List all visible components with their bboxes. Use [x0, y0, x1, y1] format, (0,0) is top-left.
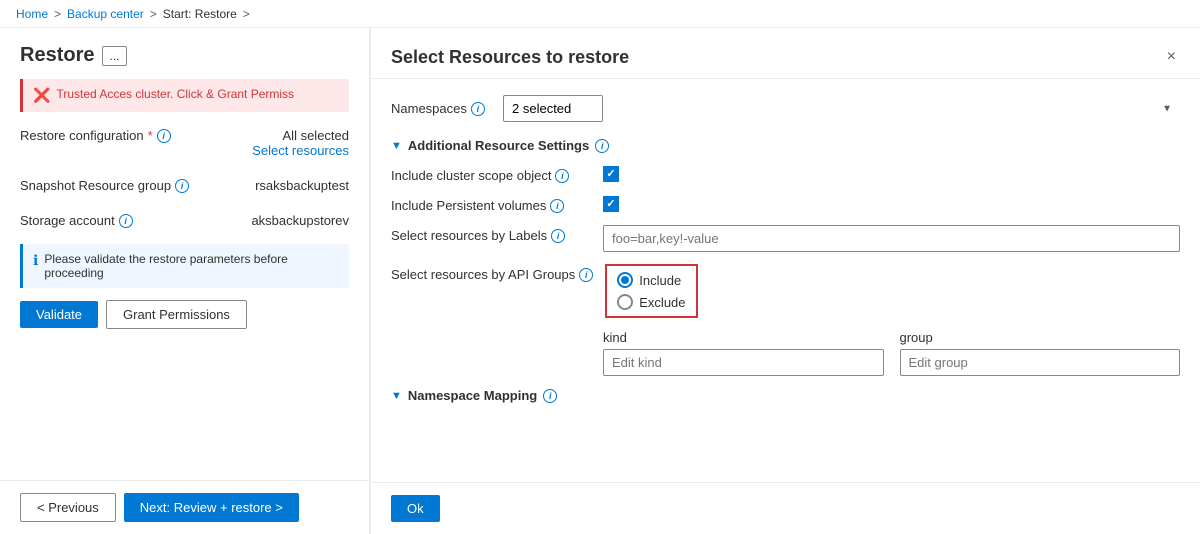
restore-config-row: Restore configuration * i All selected S…: [20, 124, 349, 162]
kind-label: kind: [603, 330, 884, 345]
error-banner: ❌ Trusted Acces cluster. Click & Grant P…: [20, 79, 349, 112]
include-radio-option[interactable]: Include: [617, 272, 685, 288]
snapshot-rg-label: Snapshot Resource group i: [20, 178, 189, 193]
validate-button[interactable]: Validate: [20, 301, 98, 328]
labels-row: Select resources by Labels i foo=bar,key…: [391, 225, 1180, 252]
persistent-volumes-label: Include Persistent volumes i: [391, 195, 591, 213]
restore-config-info-icon[interactable]: i: [157, 129, 171, 143]
previous-button[interactable]: < Previous: [20, 493, 116, 522]
snapshot-rg-value: rsaksbackuptest: [255, 178, 349, 193]
kind-field: kind: [603, 330, 884, 376]
labels-label: Select resources by Labels i: [391, 225, 591, 243]
info-banner: ℹ Please validate the restore parameters…: [20, 244, 349, 288]
breadcrumb-sep-2: >: [150, 7, 157, 21]
group-label: group: [900, 330, 1181, 345]
storage-account-label: Storage account i: [20, 213, 133, 228]
restore-config-value: All selected Select resources: [252, 128, 349, 158]
error-message: Trusted Acces cluster. Click & Grant Per…: [56, 87, 294, 101]
modal-title: Select Resources to restore: [391, 47, 629, 68]
right-panel: Select Resources to restore × Namespaces…: [370, 28, 1200, 534]
error-icon: ❌: [33, 87, 50, 104]
persistent-volumes-control: [603, 195, 1180, 212]
persistent-volumes-checkbox[interactable]: [603, 196, 619, 212]
namespace-info-icon[interactable]: i: [471, 102, 485, 116]
snapshot-rg-info-icon[interactable]: i: [175, 179, 189, 193]
include-radio-label: Include: [639, 273, 681, 288]
labels-info-icon[interactable]: i: [551, 229, 565, 243]
grant-permissions-button[interactable]: Grant Permissions: [106, 300, 247, 329]
modal-body: Namespaces i 2 selected ▼ Additional Res…: [371, 79, 1200, 482]
modal-footer: Ok: [371, 482, 1200, 534]
modal-header: Select Resources to restore ×: [371, 28, 1200, 79]
section-title: Additional Resource Settings: [408, 138, 589, 153]
info-message: Please validate the restore parameters b…: [44, 252, 339, 280]
storage-account-info-icon[interactable]: i: [119, 214, 133, 228]
exclude-radio-label: Exclude: [639, 295, 685, 310]
api-groups-control: Include Exclude: [605, 264, 1180, 318]
action-row: Validate Grant Permissions: [20, 300, 349, 329]
close-button[interactable]: ×: [1163, 44, 1180, 70]
bottom-nav: < Previous Next: Review + restore >: [0, 480, 369, 534]
namespace-dropdown-wrapper: 2 selected: [503, 95, 1180, 122]
api-groups-row: Select resources by API Groups i Include…: [391, 264, 1180, 318]
ok-button[interactable]: Ok: [391, 495, 440, 522]
persistent-volumes-info-icon[interactable]: i: [550, 199, 564, 213]
include-radio[interactable]: [617, 272, 633, 288]
breadcrumb-backup-center[interactable]: Backup center: [67, 7, 144, 21]
kind-group-row: kind group: [603, 330, 1180, 376]
api-groups-label: Select resources by API Groups i: [391, 264, 593, 282]
group-field: group: [900, 330, 1181, 376]
breadcrumb-current: Start: Restore: [163, 7, 237, 21]
cluster-scope-control: [603, 165, 1180, 182]
namespace-row: Namespaces i 2 selected: [391, 95, 1180, 122]
select-resources-link[interactable]: Select resources: [252, 143, 349, 158]
page-title-row: Restore ...: [20, 44, 349, 67]
exclude-radio-option[interactable]: Exclude: [617, 294, 685, 310]
cluster-scope-checkbox[interactable]: [603, 166, 619, 182]
breadcrumb-sep-3: >: [243, 7, 250, 21]
cluster-scope-label: Include cluster scope object i: [391, 165, 591, 183]
ellipsis-button[interactable]: ...: [102, 46, 126, 66]
breadcrumb-bar: Home > Backup center > Start: Restore >: [0, 0, 1200, 28]
section-collapse-icon: ▼: [391, 140, 402, 152]
labels-input[interactable]: foo=bar,key!-value: [603, 225, 1180, 252]
snapshot-rg-row: Snapshot Resource group i rsaksbackuptes…: [20, 174, 349, 197]
page-title: Restore: [20, 44, 94, 67]
exclude-radio[interactable]: [617, 294, 633, 310]
additional-settings-section[interactable]: ▼ Additional Resource Settings i: [391, 138, 1180, 153]
namespace-mapping-section[interactable]: ▼ Namespace Mapping i: [391, 388, 1180, 403]
storage-account-row: Storage account i aksbackupstorev: [20, 209, 349, 232]
main-layout: Restore ... ❌ Trusted Acces cluster. Cli…: [0, 28, 1200, 534]
required-indicator: *: [148, 128, 153, 143]
left-panel: Restore ... ❌ Trusted Acces cluster. Cli…: [0, 28, 370, 534]
additional-settings-info-icon[interactable]: i: [595, 139, 609, 153]
api-groups-info-icon[interactable]: i: [579, 268, 593, 282]
namespace-mapping-info-icon[interactable]: i: [543, 389, 557, 403]
namespace-mapping-title: Namespace Mapping: [408, 388, 537, 403]
storage-account-value: aksbackupstorev: [251, 213, 349, 228]
persistent-volumes-row: Include Persistent volumes i: [391, 195, 1180, 213]
breadcrumb-home[interactable]: Home: [16, 7, 48, 21]
labels-control[interactable]: foo=bar,key!-value: [603, 225, 1180, 252]
group-input[interactable]: [900, 349, 1181, 376]
namespace-dropdown[interactable]: 2 selected: [503, 95, 603, 122]
namespace-mapping-collapse-icon: ▼: [391, 390, 402, 402]
next-button[interactable]: Next: Review + restore >: [124, 493, 299, 522]
info-icon: ℹ: [33, 252, 38, 269]
radio-highlight-box: Include Exclude: [605, 264, 697, 318]
breadcrumb-sep-1: >: [54, 7, 61, 21]
cluster-scope-info-icon[interactable]: i: [555, 169, 569, 183]
cluster-scope-row: Include cluster scope object i: [391, 165, 1180, 183]
restore-config-label: Restore configuration * i: [20, 128, 171, 143]
namespace-label: Namespaces i: [391, 101, 491, 116]
kind-input[interactable]: [603, 349, 884, 376]
